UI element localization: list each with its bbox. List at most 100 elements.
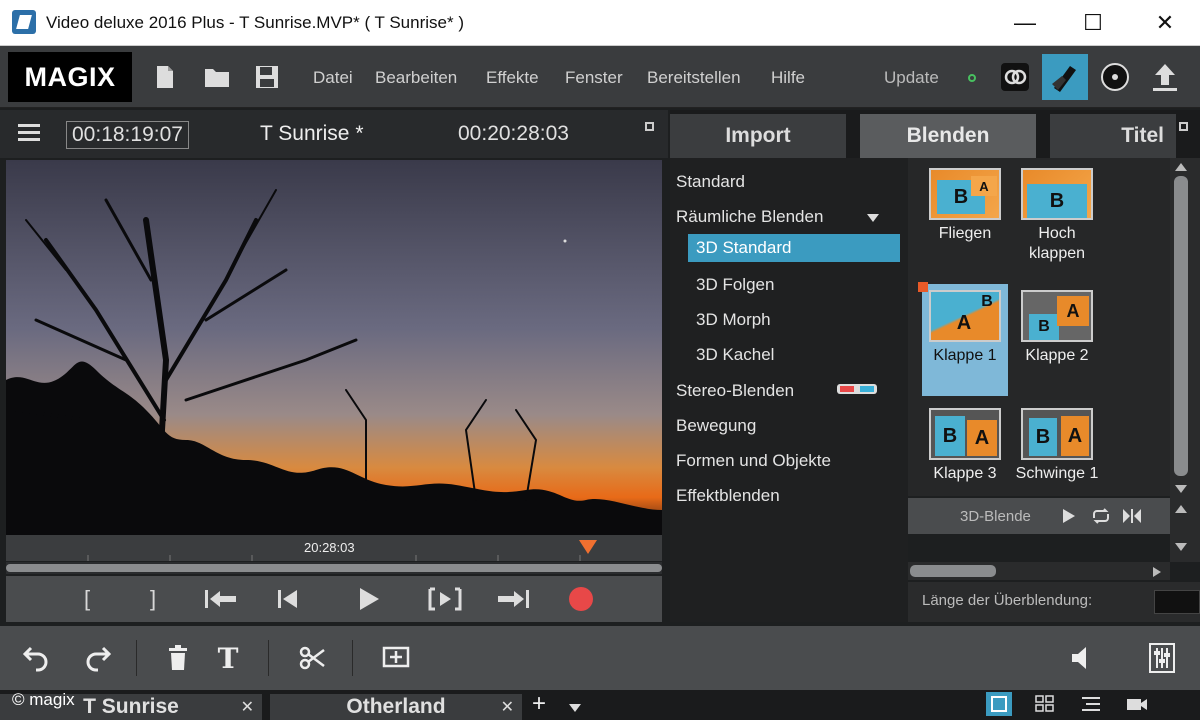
transition-hoch-klappen[interactable]: B Hoch klappen bbox=[1014, 162, 1100, 272]
scroll-up-small-icon[interactable] bbox=[1174, 504, 1188, 514]
close-tab-icon[interactable]: ✕ bbox=[241, 697, 254, 717]
tab-dropdown-icon[interactable] bbox=[568, 700, 582, 718]
scroll-down-icon[interactable] bbox=[1174, 484, 1188, 494]
volume-icon[interactable] bbox=[1062, 638, 1102, 678]
disc-burn-icon[interactable] bbox=[996, 58, 1034, 96]
menu-hilfe[interactable]: Hilfe bbox=[771, 68, 805, 88]
transport-bar: [ ] bbox=[6, 576, 662, 622]
transition-horizontal-scrollbar[interactable] bbox=[908, 562, 1170, 580]
category-stereo-blenden[interactable]: Stereo-Blenden bbox=[676, 381, 794, 401]
menu-fenster[interactable]: Fenster bbox=[565, 68, 623, 88]
edit-toolbar: T bbox=[0, 626, 1200, 690]
transition-thumbnail: B bbox=[1021, 168, 1093, 220]
loop-icon[interactable] bbox=[1090, 508, 1112, 529]
category-3d-folgen[interactable]: 3D Folgen bbox=[696, 275, 774, 295]
hamburger-menu-icon[interactable] bbox=[18, 122, 42, 149]
expand-arrow-icon[interactable] bbox=[866, 210, 880, 228]
transition-klappe-1[interactable]: A B Klappe 1 bbox=[918, 282, 1008, 396]
go-to-mark-out-icon[interactable] bbox=[488, 576, 538, 622]
timeline-view-icon[interactable] bbox=[1078, 692, 1104, 716]
close-button[interactable]: ✕ bbox=[1142, 8, 1188, 38]
category-raeumliche-blenden[interactable]: Räumliche Blenden bbox=[676, 207, 823, 227]
scroll-right-icon[interactable] bbox=[1152, 566, 1162, 578]
transition-vertical-scrollbar[interactable] bbox=[1170, 158, 1200, 562]
update-link[interactable]: Update bbox=[884, 68, 939, 88]
maximize-button[interactable]: ☐ bbox=[1070, 8, 1116, 38]
insert-marker-icon[interactable] bbox=[376, 638, 416, 678]
horizontal-scroll-thumb[interactable] bbox=[910, 565, 996, 577]
disc-icon[interactable] bbox=[1096, 58, 1134, 96]
add-tab-button[interactable]: + bbox=[532, 690, 546, 718]
project-tab-label: T Sunrise bbox=[83, 695, 179, 718]
video-preview bbox=[6, 160, 662, 535]
preview-play-icon[interactable] bbox=[1062, 508, 1076, 529]
delete-icon[interactable] bbox=[158, 638, 198, 678]
window-title-bar: Video deluxe 2016 Plus - T Sunrise.MVP* … bbox=[0, 0, 1200, 46]
scroll-down-small-icon[interactable] bbox=[1174, 542, 1188, 552]
storyboard-view-icon[interactable] bbox=[986, 692, 1012, 716]
scrub-time-label: 20:28:03 bbox=[304, 540, 355, 555]
new-file-icon[interactable] bbox=[148, 60, 182, 94]
transition-schwinge-1[interactable]: B A Schwinge 1 bbox=[1014, 402, 1100, 496]
transition-length-input[interactable] bbox=[1154, 590, 1200, 614]
project-tab-bar: T Sunrise ✕ Otherland ✕ + bbox=[0, 690, 1200, 720]
tab-import[interactable]: Import bbox=[670, 114, 846, 158]
play-button-icon[interactable] bbox=[344, 576, 394, 622]
camera-view-icon[interactable] bbox=[1124, 692, 1150, 716]
category-standard[interactable]: Standard bbox=[676, 172, 745, 192]
menu-bearbeiten[interactable]: Bearbeiten bbox=[375, 68, 457, 88]
record-button-icon[interactable] bbox=[556, 576, 606, 622]
transition-type-label: 3D-Blende bbox=[960, 508, 1031, 525]
transition-length-bar: Länge der Überblendung: bbox=[908, 582, 1200, 622]
detach-panel-icon[interactable] bbox=[1179, 122, 1188, 131]
transition-klappe-3[interactable]: B A Klappe 3 bbox=[922, 402, 1008, 496]
preview-scrollbar[interactable] bbox=[6, 562, 662, 574]
category-formen-und-objekte[interactable]: Formen und Objekte bbox=[676, 451, 831, 471]
playhead-marker-icon[interactable] bbox=[578, 539, 598, 560]
menu-bereitstellen[interactable]: Bereitstellen bbox=[647, 68, 741, 88]
transition-label: Hoch klappen bbox=[1028, 225, 1086, 262]
position-timecode[interactable]: 00:18:19:07 bbox=[66, 121, 189, 149]
menu-datei[interactable]: Datei bbox=[313, 68, 353, 88]
scrub-bar[interactable]: 20:28:03 bbox=[6, 535, 662, 561]
title-text-icon[interactable]: T bbox=[208, 638, 248, 678]
scene-overview-icon[interactable] bbox=[1032, 692, 1058, 716]
update-status-icon bbox=[968, 74, 976, 82]
project-tab-otherland[interactable]: Otherland ✕ bbox=[270, 694, 522, 720]
undo-icon[interactable] bbox=[18, 638, 58, 678]
redo-icon[interactable] bbox=[76, 638, 116, 678]
edit-mode-icon[interactable] bbox=[1042, 54, 1088, 100]
vertical-scroll-thumb[interactable] bbox=[1174, 176, 1188, 476]
mark-in-button[interactable]: [ bbox=[62, 576, 112, 622]
tab-blenden[interactable]: Blenden bbox=[860, 114, 1036, 158]
open-folder-icon[interactable] bbox=[200, 60, 234, 94]
preview-scroll-thumb[interactable] bbox=[6, 564, 662, 572]
transition-grid: B A Fliegen B Hoch klappen A B Klappe 1 … bbox=[908, 158, 1170, 496]
previous-marker-icon[interactable] bbox=[262, 576, 312, 622]
preview-title: T Sunrise * bbox=[260, 122, 364, 145]
menu-effekte[interactable]: Effekte bbox=[486, 68, 539, 88]
transition-direction-icon[interactable] bbox=[1122, 508, 1142, 529]
tab-titel[interactable]: Titel bbox=[1050, 114, 1176, 158]
save-icon[interactable] bbox=[250, 60, 284, 94]
category-3d-kachel[interactable]: 3D Kachel bbox=[696, 345, 774, 365]
category-3d-standard[interactable]: 3D Standard bbox=[688, 234, 900, 262]
play-range-icon[interactable] bbox=[420, 576, 470, 622]
transition-preview-bar: 3D-Blende bbox=[908, 498, 1170, 534]
maximize-preview-icon[interactable] bbox=[645, 122, 654, 131]
mixer-icon[interactable] bbox=[1142, 638, 1182, 678]
category-3d-morph[interactable]: 3D Morph bbox=[696, 310, 771, 330]
cut-scissors-icon[interactable] bbox=[292, 638, 332, 678]
upload-icon[interactable] bbox=[1146, 58, 1184, 96]
go-to-mark-in-icon[interactable] bbox=[196, 576, 246, 622]
close-tab-icon[interactable]: ✕ bbox=[501, 697, 514, 717]
category-effektblenden[interactable]: Effektblenden bbox=[676, 486, 780, 506]
minimize-button[interactable]: — bbox=[1002, 8, 1048, 38]
mark-out-button[interactable]: ] bbox=[128, 576, 178, 622]
transition-fliegen[interactable]: B A Fliegen bbox=[922, 162, 1008, 272]
transition-thumbnail: B A bbox=[1021, 408, 1093, 460]
media-pool-tabs: Import Blenden Titel bbox=[670, 110, 1200, 158]
transition-klappe-2[interactable]: B A Klappe 2 bbox=[1014, 284, 1100, 396]
scroll-up-icon[interactable] bbox=[1174, 162, 1188, 172]
category-bewegung[interactable]: Bewegung bbox=[676, 416, 756, 436]
